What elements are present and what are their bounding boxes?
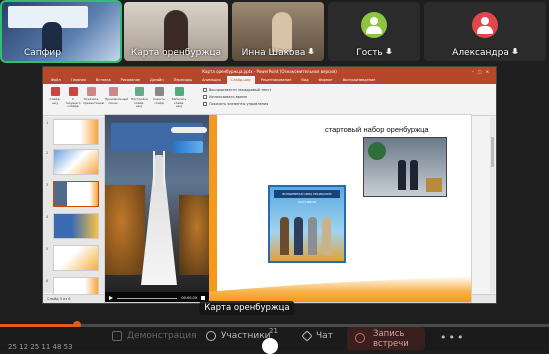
autumn-trees <box>179 195 209 275</box>
video-controls[interactable]: 00:00.00 <box>105 292 209 302</box>
ribbon-button[interactable]: Произвольный показ <box>105 87 128 109</box>
figure-image <box>280 217 289 255</box>
ribbon-button[interactable]: Настройка слайд-шоу <box>131 87 148 109</box>
volume-icon[interactable] <box>201 296 205 300</box>
participants-count: 21 <box>269 327 278 335</box>
video-progress-track[interactable] <box>117 297 178 299</box>
slide-thumbnail[interactable] <box>53 213 99 239</box>
avatar <box>361 12 387 38</box>
ribbon-tab[interactable]: Переходы <box>170 76 197 84</box>
ribbon-checkbox[interactable]: Показать элементы управления <box>203 102 268 106</box>
ribbon-button[interactable]: С текущего слайда <box>65 87 81 109</box>
ribbon-tab[interactable]: Анимация <box>198 76 225 84</box>
slide-thumbnail[interactable] <box>53 119 99 145</box>
orange-wave <box>209 276 471 302</box>
chat-icon <box>301 330 313 342</box>
participant-name: Гость <box>328 48 420 58</box>
cards-image <box>173 141 203 153</box>
ribbon-tab[interactable]: Вставка <box>92 76 115 84</box>
ribbon-tab[interactable]: Файл <box>47 76 65 84</box>
ribbon-checkbox[interactable]: Использовать время <box>203 95 247 99</box>
ribbon-button[interactable]: Записать слайд-шоу <box>171 87 187 109</box>
ribbon-tab[interactable]: Рецензирование <box>257 76 296 84</box>
ribbon-tab[interactable]: Вид <box>297 76 312 84</box>
participant-tile-sapfir[interactable]: Сапфир <box>0 0 122 63</box>
record-meeting-button[interactable]: Запись встречи <box>347 327 425 350</box>
participant-tile-karta[interactable]: Карта оренбуржца <box>124 2 228 61</box>
ribbon-button[interactable]: Слайд-шоу <box>47 87 63 109</box>
figure-image <box>308 217 317 255</box>
slide-canvas[interactable]: 00:00.00 стартовый набор оренбуржца ВОЛШ… <box>104 114 472 303</box>
participant-name: Александра <box>424 48 546 58</box>
ribbon-tab[interactable]: Дизайн <box>146 76 168 84</box>
participant-name: Инна Шакова <box>232 48 324 58</box>
slide-number: 1 <box>46 121 49 125</box>
participant-tile-inna[interactable]: Инна Шакова <box>232 2 324 61</box>
card-banner <box>111 123 207 153</box>
orange-divider <box>209 115 217 302</box>
slide-number: 4 <box>46 215 49 219</box>
slide-number: 2 <box>46 151 49 155</box>
box-image <box>426 178 442 192</box>
media-play-button[interactable] <box>262 338 278 354</box>
box-caption: ВОЛШЕБНАЯ СИЛА УРАЛЬСКИХ МАССИВОВ <box>274 190 340 204</box>
airplane-image <box>171 127 207 133</box>
more-options-button[interactable]: ••• <box>440 331 465 344</box>
starter-kit-figures-box: ВОЛШЕБНАЯ СИЛА УРАЛЬСКИХ МАССИВОВ <box>268 185 346 263</box>
slide-heading: стартовый набор оренбуржца <box>325 125 429 134</box>
mic-icon <box>308 48 315 54</box>
slide-thumbnail-selected[interactable] <box>53 181 99 207</box>
bridge-tower <box>153 145 165 185</box>
chat-button[interactable]: Чат <box>301 330 333 342</box>
ribbon-tab[interactable]: Главная <box>67 76 90 84</box>
figure-image <box>294 217 303 255</box>
mic-icon <box>512 48 518 54</box>
slide-number: 3 <box>46 183 49 187</box>
figure-image <box>410 160 418 190</box>
slide-video[interactable]: 00:00.00 <box>105 115 209 302</box>
video-time: 00:00.00 <box>181 296 197 300</box>
people-icon <box>206 331 216 341</box>
participant-video-person <box>272 12 292 52</box>
slide-number: 6 <box>46 279 49 283</box>
participant-tile-alexandra[interactable]: Александра <box>424 2 546 61</box>
ppt-ribbon: Слайд-шоу С текущего слайда Показать пре… <box>43 84 496 116</box>
screen-share-icon <box>112 331 122 341</box>
ppt-titlebar: Карта оренбуржца.pptx - PowerPoint (Озна… <box>43 67 496 76</box>
ppt-ribbon-tabs: Файл Главная Вставка Рисование Дизайн Пе… <box>43 76 496 84</box>
mic-icon <box>385 48 392 54</box>
participant-name: Карта оренбуржца <box>130 48 222 58</box>
autumn-trees <box>105 185 145 275</box>
participants-button[interactable]: Участники <box>206 331 271 341</box>
slide-number: 5 <box>46 247 49 251</box>
ribbon-tab[interactable]: Формат <box>315 76 337 84</box>
ribbon-tab[interactable]: Воспроизведение <box>339 76 380 84</box>
ribbon-checkbox[interactable]: Воспроизвести закадровый текст <box>203 88 271 92</box>
play-icon[interactable] <box>109 296 113 300</box>
ribbon-tab[interactable]: Рисование <box>117 76 144 84</box>
slide-thumbnail[interactable] <box>53 149 99 175</box>
ribbon-button[interactable]: Показать презентацию <box>83 87 104 109</box>
vertical-scrollbar[interactable] <box>490 117 495 293</box>
starter-kit-box-image <box>363 137 447 197</box>
participant-tile-guest[interactable]: Гость <box>328 2 420 61</box>
watermelon-image <box>368 142 386 160</box>
slide-thumbnail-pane: 1 2 3 4 5 6 <box>43 117 107 303</box>
avatar <box>472 12 498 38</box>
screen-share-button[interactable]: Демонстрация <box>112 331 197 341</box>
ribbon-tab-selected[interactable]: Слайд-шоу <box>226 76 255 84</box>
participant-name: Сапфир <box>24 48 61 58</box>
record-icon <box>355 333 365 343</box>
figure-image <box>398 160 406 190</box>
window-controls[interactable]: –▢✕ <box>472 67 493 76</box>
slide-thumbnail[interactable] <box>53 245 99 271</box>
figure-image <box>322 217 331 255</box>
ribbon-button[interactable]: Скрыть слайд <box>151 87 167 109</box>
